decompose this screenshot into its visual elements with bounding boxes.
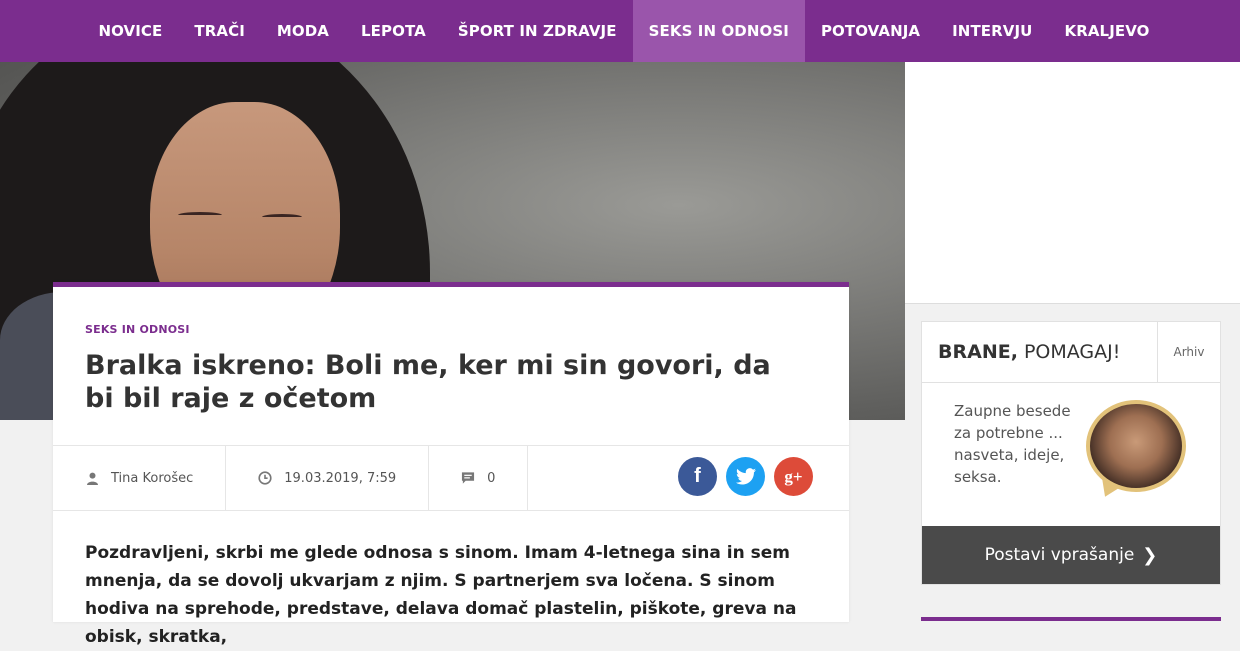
nav-item-novice[interactable]: NOVICE (82, 0, 178, 62)
brane-description: Zaupne besede za potrebne ... nasveta, i… (954, 402, 1071, 486)
brane-avatar (1086, 400, 1186, 492)
twitter-icon (735, 468, 756, 485)
author-cell: Tina Korošec (53, 446, 227, 510)
google-plus-icon: g+ (784, 466, 803, 486)
brane-name: BRANE, (938, 341, 1018, 363)
twitter-share-button[interactable] (726, 457, 765, 496)
share-buttons: f g+ (678, 457, 813, 496)
comments-cell[interactable]: 0 (429, 446, 529, 510)
comment-count[interactable]: 0 (487, 471, 495, 486)
nav-item-traci[interactable]: TRAČI (178, 0, 260, 62)
brane-title[interactable]: BRANE, POMAGAJ! (922, 322, 1158, 382)
publish-date: 19.03.2019, 7:59 (284, 470, 397, 486)
comment-icon (461, 471, 475, 485)
main-navigation: NOVICE TRAČI MODA LEPOTA ŠPORT IN ZDRAVJ… (0, 0, 1240, 62)
brane-subtitle: POMAGAJ! (1017, 341, 1121, 363)
hero-eye-right (262, 214, 302, 220)
article-body: Pozdravljeni, skrbi me glede odnosa s si… (85, 543, 797, 647)
brane-header: BRANE, POMAGAJ! Arhiv (922, 322, 1220, 383)
ask-question-label: Postavi vprašanje (984, 545, 1135, 565)
article-category[interactable]: SEKS IN ODNOSI (85, 323, 190, 336)
nav-item-sport-in-zdravje[interactable]: ŠPORT IN ZDRAVJE (442, 0, 633, 62)
nav-item-moda[interactable]: MODA (261, 0, 345, 62)
ad-placeholder (905, 62, 1240, 304)
hero-eye-left (178, 212, 222, 218)
nav-item-lepota[interactable]: LEPOTA (345, 0, 442, 62)
user-icon (85, 471, 99, 485)
nav-item-potovanja[interactable]: POTOVANJA (805, 0, 936, 62)
author-name[interactable]: Tina Korošec (111, 471, 193, 486)
nav-item-seks-in-odnosi[interactable]: SEKS IN ODNOSI (632, 0, 805, 62)
nav-item-kraljevo[interactable]: KRALJEVO (1048, 0, 1165, 62)
clock-icon (258, 471, 272, 485)
facebook-icon: f (694, 465, 701, 487)
archive-link[interactable]: Arhiv (1158, 322, 1220, 382)
brane-widget: BRANE, POMAGAJ! Arhiv Zaupne besede za p… (921, 321, 1221, 585)
ask-question-button[interactable]: Postavi vprašanje ❯ (922, 526, 1220, 584)
date-cell: 19.03.2019, 7:59 (226, 446, 430, 510)
facebook-share-button[interactable]: f (678, 457, 717, 496)
article-title: Bralka iskreno: Boli me, ker mi sin govo… (85, 350, 771, 414)
google-plus-share-button[interactable]: g+ (774, 457, 813, 496)
chevron-right-icon: ❯ (1142, 544, 1158, 566)
nav-item-intervju[interactable]: INTERVJU (936, 0, 1048, 62)
article-card: SEKS IN ODNOSI Bralka iskreno: Boli me, … (53, 282, 849, 647)
article-meta: Tina Korošec 19.03.2019, 7:59 0 f g+ (53, 445, 849, 511)
next-widget-strip (921, 617, 1221, 621)
sidebar: BRANE, POMAGAJ! Arhiv Zaupne besede za p… (905, 62, 1240, 621)
